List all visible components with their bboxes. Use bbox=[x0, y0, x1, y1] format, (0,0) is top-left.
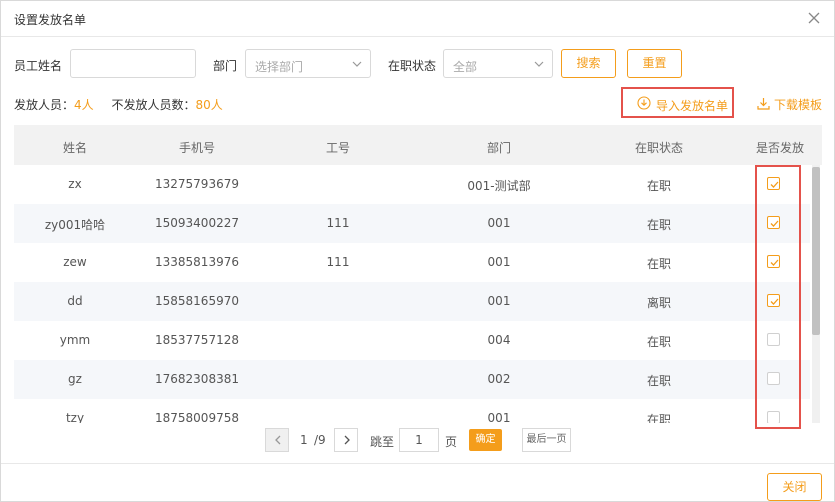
chevron-down-icon bbox=[352, 61, 362, 67]
column-header-phone: 手机号 bbox=[178, 141, 215, 155]
dialog-header: 设置发放名单 bbox=[1, 1, 834, 37]
cell-dept: 002 bbox=[487, 372, 511, 386]
reset-button[interactable]: 重置 bbox=[627, 49, 682, 78]
cell-emp-no: 111 bbox=[326, 255, 350, 269]
filter-bar: 员工姓名 部门 选择部门 在职状态 全部 搜索 重置 bbox=[1, 49, 834, 79]
cell-phone: 18758009758 bbox=[155, 411, 239, 423]
issued-label: 发放人员： bbox=[14, 98, 75, 112]
cell-phone: 13275793679 bbox=[155, 177, 239, 191]
table-row[interactable]: tzy 18758009758 001 在职 bbox=[14, 399, 810, 423]
table-header: 姓名 手机号 工号 部门 在职状态 是否发放 bbox=[14, 125, 822, 165]
dialog: 设置发放名单 员工姓名 部门 选择部门 在职状态 全部 搜索 重置 发放人员：4… bbox=[0, 0, 835, 502]
cell-emp-no: 111 bbox=[326, 216, 350, 230]
not-issued-count: 80人 bbox=[195, 98, 223, 112]
cell-status: 在职 bbox=[646, 335, 671, 349]
department-label: 部门 bbox=[213, 59, 238, 73]
jump-page-input[interactable]: 1 bbox=[399, 428, 439, 452]
chevron-right-icon bbox=[344, 435, 350, 445]
column-header-issued: 是否发放 bbox=[755, 141, 804, 155]
check-icon bbox=[770, 259, 779, 266]
column-header-name: 姓名 bbox=[62, 141, 87, 155]
department-placeholder: 选择部门 bbox=[255, 60, 304, 74]
status-value: 全部 bbox=[453, 60, 478, 74]
table-row[interactable]: zx 13275793679 001-测试部 在职 bbox=[14, 165, 810, 204]
issued-checkbox[interactable] bbox=[767, 333, 780, 346]
last-page-button[interactable]: 最后一页 bbox=[522, 428, 571, 452]
page-unit: 页 bbox=[445, 435, 458, 449]
table-row[interactable]: dd 15858165970 001 离职 bbox=[14, 282, 810, 321]
issued-checkbox[interactable] bbox=[767, 411, 780, 423]
import-list-label: 导入发放名单 bbox=[656, 99, 729, 113]
column-header-status: 在职状态 bbox=[634, 141, 683, 155]
employee-name-input[interactable] bbox=[70, 49, 196, 78]
employee-table: 姓名 手机号 工号 部门 在职状态 是否发放 zx 13275793679 00… bbox=[14, 125, 822, 423]
search-button[interactable]: 搜索 bbox=[561, 49, 616, 78]
import-list-button[interactable]: 导入发放名单 bbox=[621, 87, 734, 118]
column-header-emp-no: 工号 bbox=[325, 141, 350, 155]
close-icon[interactable] bbox=[806, 10, 822, 26]
cell-name: zew bbox=[63, 255, 87, 269]
not-issued-label: 不发放人员数： bbox=[111, 98, 196, 112]
cell-dept: 001 bbox=[487, 411, 511, 423]
scrollbar-thumb[interactable] bbox=[812, 167, 820, 335]
jump-label: 跳至 bbox=[370, 435, 395, 449]
cell-dept: 001 bbox=[487, 294, 511, 308]
cell-dept: 001-测试部 bbox=[467, 179, 531, 193]
stats-summary: 发放人员：4人 不发放人员数：80人 bbox=[14, 96, 223, 113]
issued-checkbox[interactable] bbox=[767, 372, 780, 385]
cell-phone: 15093400227 bbox=[155, 216, 239, 230]
employee-name-label: 员工姓名 bbox=[14, 59, 63, 73]
issued-checkbox[interactable] bbox=[767, 177, 780, 190]
cell-status: 离职 bbox=[646, 296, 671, 310]
dialog-footer: 关闭 bbox=[1, 463, 834, 501]
cell-name: dd bbox=[67, 294, 83, 308]
issued-count: 4人 bbox=[74, 98, 94, 112]
chevron-left-icon bbox=[275, 435, 281, 445]
close-button[interactable]: 关闭 bbox=[767, 473, 822, 501]
jump-confirm-button[interactable]: 确定 bbox=[469, 429, 502, 451]
cell-phone: 17682308381 bbox=[155, 372, 239, 386]
download-template-label: 下载模板 bbox=[774, 98, 823, 112]
next-page-button[interactable] bbox=[334, 428, 358, 452]
department-select[interactable]: 选择部门 bbox=[245, 49, 371, 78]
current-page: 1 bbox=[300, 433, 308, 447]
cell-dept: 001 bbox=[487, 255, 511, 269]
cell-name: ymm bbox=[59, 333, 91, 347]
table-row[interactable]: gz 17682308381 002 在职 bbox=[14, 360, 810, 399]
cell-status: 在职 bbox=[646, 179, 671, 193]
table-row[interactable]: zew 13385813976 111 001 在职 bbox=[14, 243, 810, 282]
pagination: 1 /9 跳至 1 页 确定 最后一页 bbox=[265, 428, 585, 452]
download-icon bbox=[757, 98, 770, 110]
check-icon bbox=[770, 298, 779, 305]
check-icon bbox=[770, 181, 779, 188]
cell-name: gz bbox=[68, 372, 82, 386]
cell-status: 在职 bbox=[646, 374, 671, 388]
table-scrollbar[interactable] bbox=[812, 165, 820, 423]
issued-checkbox[interactable] bbox=[767, 216, 780, 229]
prev-page-button[interactable] bbox=[265, 428, 289, 452]
cell-dept: 004 bbox=[487, 333, 511, 347]
download-circle-icon bbox=[637, 96, 651, 110]
total-pages: /9 bbox=[314, 433, 326, 447]
column-header-dept: 部门 bbox=[486, 141, 511, 155]
cell-name: tzy bbox=[65, 411, 85, 423]
cell-status: 在职 bbox=[646, 413, 671, 423]
cell-status: 在职 bbox=[646, 218, 671, 232]
status-select[interactable]: 全部 bbox=[443, 49, 553, 78]
table-row[interactable]: ymm 18537757128 004 在职 bbox=[14, 321, 810, 360]
issued-checkbox[interactable] bbox=[767, 294, 780, 307]
cell-name: zx bbox=[68, 177, 82, 191]
issued-checkbox[interactable] bbox=[767, 255, 780, 268]
cell-status: 在职 bbox=[646, 257, 671, 271]
check-icon bbox=[770, 220, 779, 227]
table-row[interactable]: zy001哈哈 15093400227 111 001 在职 bbox=[14, 204, 810, 243]
dialog-title: 设置发放名单 bbox=[14, 13, 87, 27]
cell-phone: 18537757128 bbox=[155, 333, 239, 347]
cell-name: zy001哈哈 bbox=[44, 218, 106, 232]
status-label: 在职状态 bbox=[388, 59, 437, 73]
cell-phone: 15858165970 bbox=[155, 294, 239, 308]
cell-phone: 13385813976 bbox=[155, 255, 239, 269]
cell-dept: 001 bbox=[487, 216, 511, 230]
chevron-down-icon bbox=[534, 61, 544, 67]
